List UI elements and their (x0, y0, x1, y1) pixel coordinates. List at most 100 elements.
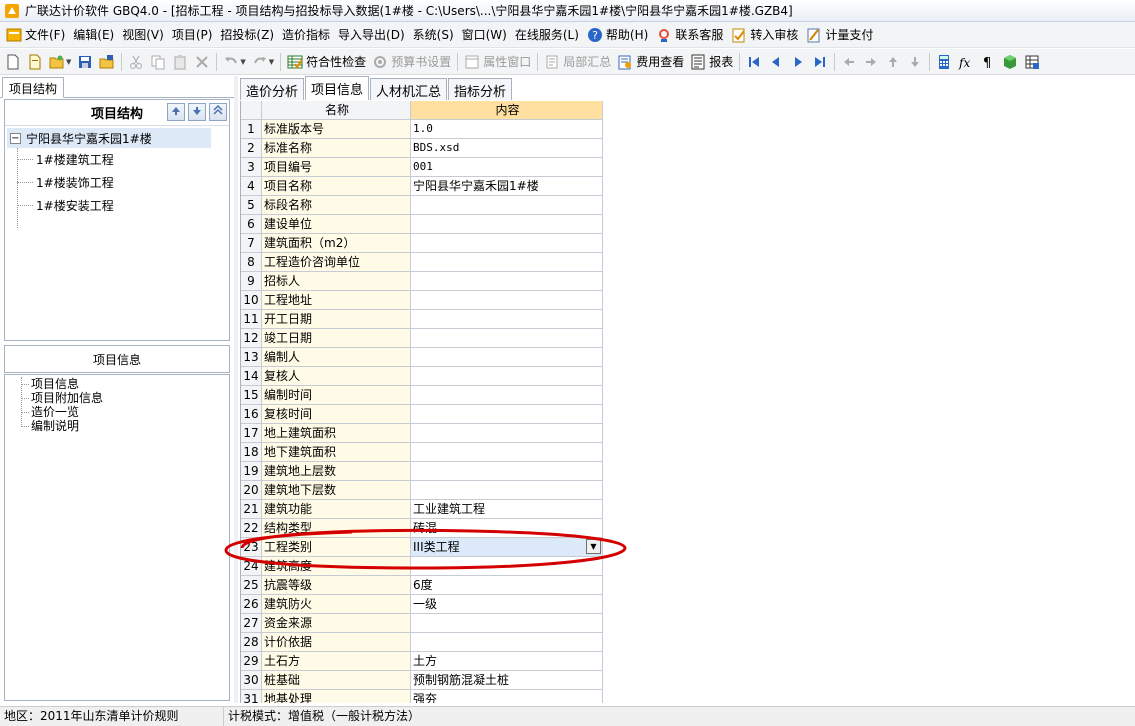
table-row[interactable]: 19 建筑地上层数 (241, 462, 603, 481)
save-button[interactable] (74, 51, 96, 73)
row-content-cell[interactable] (411, 215, 603, 234)
budget-settings-button[interactable]: 预算书设置 (369, 51, 454, 73)
collapse-panel-button[interactable] (209, 103, 227, 121)
menu-edit[interactable]: 编辑(E) (70, 24, 119, 46)
formula-button[interactable]: fx (955, 51, 977, 73)
table-row[interactable]: 30 桩基础 预制钢筋混凝土桩 (241, 671, 603, 690)
collapse-minus-icon[interactable]: − (10, 132, 21, 144)
row-content-cell[interactable] (411, 348, 603, 367)
table-row[interactable]: 5 标段名称 (241, 196, 603, 215)
menu-system[interactable]: 系统(S) (410, 24, 459, 46)
row-content-cell[interactable]: 6度 (411, 576, 603, 595)
panel-splitter[interactable] (234, 76, 238, 703)
row-content-cell[interactable]: 工业建筑工程 (411, 500, 603, 519)
table-row[interactable]: 26 建筑防火 一级 (241, 595, 603, 614)
table-row[interactable]: 29 土石方 土方 (241, 652, 603, 671)
row-content-cell[interactable] (411, 481, 603, 500)
table-row[interactable]: 16 复核时间 (241, 405, 603, 424)
row-content-cell[interactable] (411, 253, 603, 272)
compliance-check-button[interactable]: 符合性检查 (284, 51, 369, 73)
move-down-node-button[interactable] (188, 103, 206, 121)
tree-node-building[interactable]: 1#楼建筑工程 (5, 148, 229, 171)
row-content-cell[interactable] (411, 424, 603, 443)
row-content-cell[interactable] (411, 310, 603, 329)
paste-button[interactable] (169, 51, 191, 73)
partial-summary-button[interactable]: 局部汇总 (541, 51, 614, 73)
paragraph-button[interactable]: ¶ (977, 51, 999, 73)
row-content-cell[interactable] (411, 196, 603, 215)
new-project-button[interactable] (24, 51, 46, 73)
open-dropdown-icon[interactable]: ▼ (66, 58, 71, 66)
table-row[interactable]: 8 工程造价咨询单位 (241, 253, 603, 272)
table-row[interactable]: 21 建筑功能 工业建筑工程 (241, 500, 603, 519)
table-row[interactable]: 15 编制时间 (241, 386, 603, 405)
name-column-header[interactable]: 名称 (262, 101, 411, 120)
menu-help[interactable]: ? 帮助(H) (584, 24, 653, 46)
row-content-cell[interactable] (411, 557, 603, 576)
table-row[interactable]: 31 地基处理 强夯 (241, 690, 603, 703)
table-row[interactable]: 4 项目名称 宁阳县华宁嘉禾园1#楼 (241, 177, 603, 196)
info-item-project-info[interactable]: 项目信息 (5, 377, 229, 391)
table-row[interactable]: 6 建设单位 (241, 215, 603, 234)
dropdown-arrow-icon[interactable]: ▼ (586, 539, 601, 554)
last-record-button[interactable] (809, 51, 831, 73)
table-row[interactable]: 13 编制人 (241, 348, 603, 367)
row-content-cell[interactable]: 预制钢筋混凝土桩 (411, 671, 603, 690)
move-up-node-button[interactable] (167, 103, 185, 121)
row-content-cell[interactable]: 砖混 (411, 519, 603, 538)
menu-cost-index[interactable]: 造价指标 (279, 24, 335, 46)
row-content-cell[interactable]: 1.0 (411, 120, 603, 139)
cut-button[interactable] (125, 51, 147, 73)
content-column-header[interactable]: 内容 (411, 101, 603, 120)
table-row[interactable]: 2 标准名称 BDS.xsd (241, 139, 603, 158)
row-content-cell[interactable]: BDS.xsd (411, 139, 603, 158)
row-content-cell[interactable] (411, 614, 603, 633)
previous-record-button[interactable] (765, 51, 787, 73)
row-content-cell[interactable] (411, 633, 603, 652)
tab-index-analysis[interactable]: 指标分析 (448, 78, 513, 100)
fee-view-button[interactable]: 费用查看 (614, 51, 687, 73)
menu-file[interactable]: 文件(F) (3, 24, 70, 46)
move-right-button[interactable] (860, 51, 882, 73)
row-content-cell[interactable] (411, 329, 603, 348)
table-row[interactable]: 1 标准版本号 1.0 (241, 120, 603, 139)
move-down-button[interactable] (904, 51, 926, 73)
tab-labor-material-summary[interactable]: 人材机汇总 (370, 78, 448, 100)
table-row[interactable]: 27 资金来源 (241, 614, 603, 633)
tab-project-structure[interactable]: 项目结构 (2, 77, 65, 98)
table-row[interactable]: 17 地上建筑面积 (241, 424, 603, 443)
menu-bidding[interactable]: 招投标(Z) (217, 24, 279, 46)
table-row[interactable]: 25 抗震等级 6度 (241, 576, 603, 595)
row-content-cell[interactable]: 宁阳县华宁嘉禾园1#楼 (411, 177, 603, 196)
redo-dropdown-icon[interactable]: ▼ (269, 58, 274, 66)
move-left-button[interactable] (838, 51, 860, 73)
info-item-cost-overview[interactable]: 造价一览 (5, 405, 229, 419)
row-content-cell[interactable] (411, 234, 603, 253)
tree-node-installation[interactable]: 1#楼安装工程 (5, 194, 229, 217)
open-button[interactable]: ▼ (46, 51, 74, 73)
row-content-cell[interactable]: 土方 (411, 652, 603, 671)
menu-import-export[interactable]: 导入导出(D) (335, 24, 410, 46)
row-content-cell[interactable] (411, 405, 603, 424)
table-row[interactable]: 20 建筑地下层数 (241, 481, 603, 500)
undo-dropdown-icon[interactable]: ▼ (240, 58, 245, 66)
row-content-cell[interactable] (411, 443, 603, 462)
tab-project-info[interactable]: 项目信息 (305, 76, 370, 100)
menu-view[interactable]: 视图(V) (119, 24, 169, 46)
export-button[interactable] (1021, 51, 1043, 73)
table-row[interactable]: 24 建筑高度 (241, 557, 603, 576)
table-row[interactable]: 10 工程地址 (241, 291, 603, 310)
cube-button[interactable] (999, 51, 1021, 73)
move-up-button[interactable] (882, 51, 904, 73)
tab-cost-analysis[interactable]: 造价分析 (240, 78, 305, 100)
undo-button[interactable]: ▼ (220, 51, 248, 73)
table-row[interactable]: 11 开工日期 (241, 310, 603, 329)
row-content-cell[interactable] (411, 462, 603, 481)
menu-project[interactable]: 项目(P) (169, 24, 218, 46)
menu-customer-service[interactable]: 联系客服 (653, 24, 728, 46)
row-content-cell[interactable]: 001 (411, 158, 603, 177)
table-row[interactable]: 18 地下建筑面积 (241, 443, 603, 462)
menu-transfer-audit[interactable]: 转入审核 (728, 24, 803, 46)
delete-button[interactable] (191, 51, 213, 73)
tree-node-decoration[interactable]: 1#楼装饰工程 (5, 171, 229, 194)
